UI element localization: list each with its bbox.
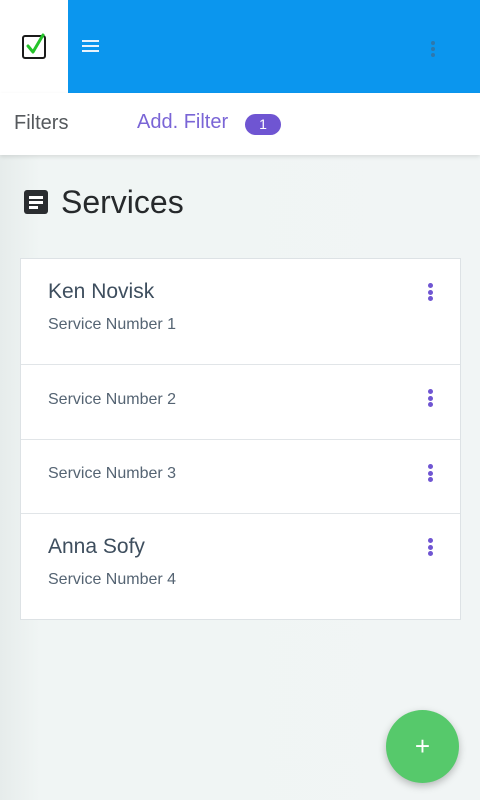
list-item[interactable]: Service Number 3 bbox=[21, 440, 460, 514]
header-bar bbox=[68, 0, 480, 93]
list-item[interactable]: Ken Novisk Service Number 1 bbox=[21, 259, 460, 365]
filter-count-badge: 1 bbox=[245, 114, 281, 135]
item-menu-icon[interactable] bbox=[428, 283, 434, 301]
service-label: Service Number 2 bbox=[48, 391, 177, 408]
logo[interactable] bbox=[0, 0, 68, 93]
item-menu-icon[interactable] bbox=[428, 389, 434, 407]
list-item[interactable]: Anna Sofy Service Number 4 bbox=[21, 514, 460, 619]
filter-bar: Filters Add. Filter 1 bbox=[0, 93, 480, 155]
service-label: Service Number 1 bbox=[48, 316, 177, 333]
service-label: Service Number 3 bbox=[48, 465, 177, 482]
checkbox-check-icon bbox=[22, 33, 46, 59]
service-label: Service Number 4 bbox=[48, 571, 177, 588]
page-title: Services bbox=[61, 184, 184, 220]
item-menu-icon[interactable] bbox=[428, 464, 434, 482]
list-item[interactable]: Service Number 2 bbox=[21, 365, 460, 440]
page-heading: Services bbox=[24, 184, 184, 220]
client-name: Anna Sofy bbox=[48, 535, 145, 558]
hamburger-icon[interactable] bbox=[82, 40, 99, 53]
kebab-vertical-icon[interactable] bbox=[430, 41, 436, 59]
filters-label[interactable]: Filters bbox=[14, 112, 68, 135]
app-header bbox=[0, 0, 480, 93]
services-list: Ken Novisk Service Number 1 Service Numb… bbox=[20, 258, 461, 620]
client-name: Ken Novisk bbox=[48, 280, 155, 303]
document-icon bbox=[24, 190, 48, 214]
item-menu-icon[interactable] bbox=[428, 538, 434, 556]
add-filter-link[interactable]: Add. Filter bbox=[137, 111, 228, 134]
add-service-button[interactable]: + bbox=[386, 710, 459, 783]
